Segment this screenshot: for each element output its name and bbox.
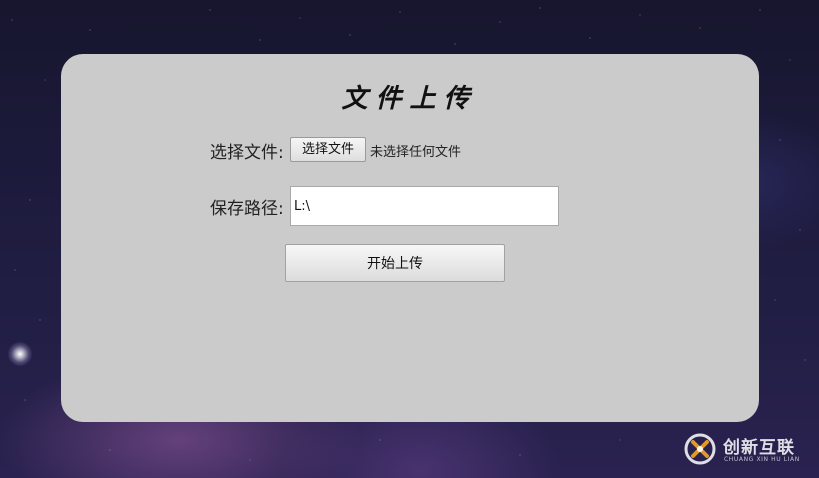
choose-file-button[interactable]: 选择文件 bbox=[290, 137, 366, 162]
start-upload-button[interactable]: 开始上传 bbox=[285, 244, 505, 282]
brand-name-cn: 创新互联 bbox=[723, 438, 795, 458]
brand-name-en: CHUANG XIN HU LIAN bbox=[724, 456, 800, 463]
chuangxin-logo-icon bbox=[684, 433, 716, 465]
brand-watermark: 创新互联 CHUANG XIN HU LIAN bbox=[683, 430, 813, 470]
file-status-text: 未选择任何文件 bbox=[370, 145, 462, 160]
page-title: 文件上传 bbox=[341, 84, 478, 114]
path-label: 保存路径: bbox=[210, 199, 284, 219]
save-path-input[interactable] bbox=[290, 186, 559, 226]
star-flare bbox=[8, 342, 32, 366]
file-label: 选择文件: bbox=[210, 143, 284, 163]
